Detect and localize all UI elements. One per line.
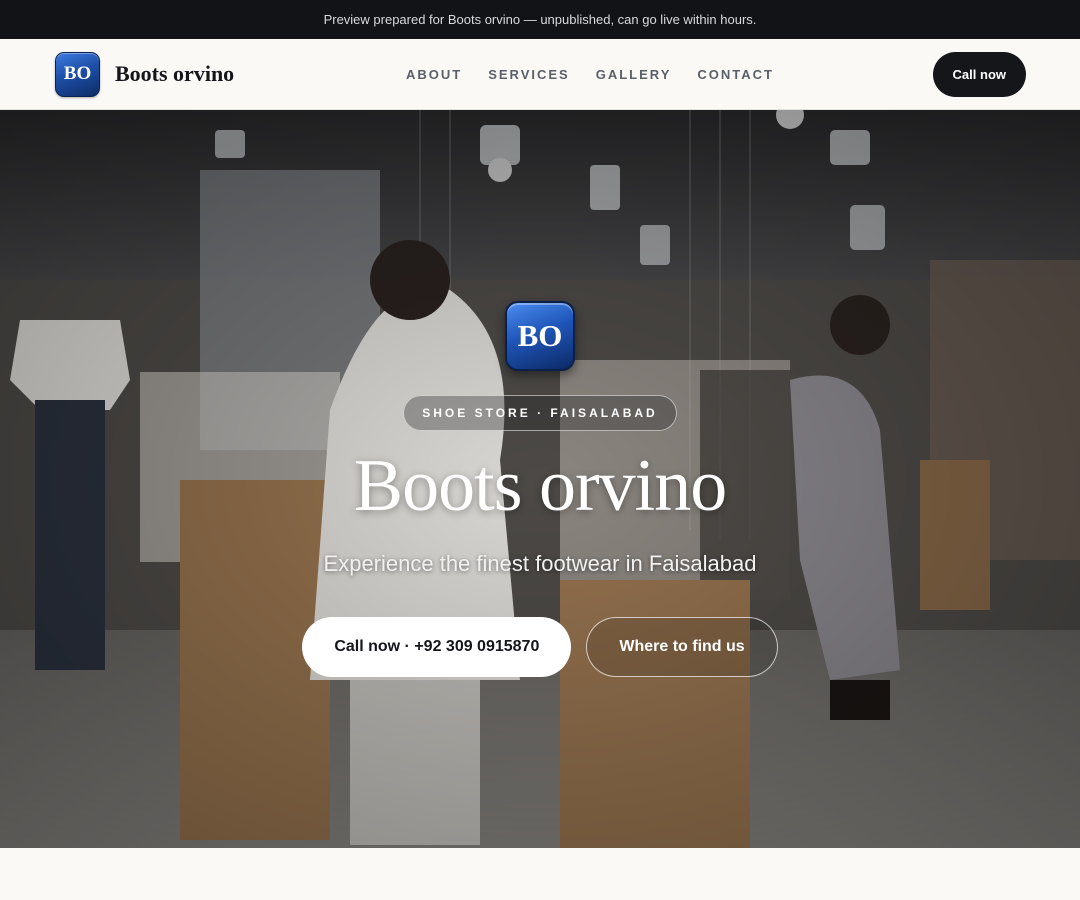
main-nav: ABOUT SERVICES GALLERY CONTACT — [406, 39, 774, 110]
brand[interactable]: BO Boots orvino — [55, 51, 234, 97]
preview-banner-text: Preview prepared for Boots orvino — unpu… — [323, 12, 757, 27]
category-badge-text: SHOE STORE · FAISALABAD — [422, 406, 658, 420]
logo-icon[interactable]: BO — [55, 51, 100, 97]
call-now-button[interactable]: Call now — [932, 51, 1026, 97]
nav-link-contact[interactable]: CONTACT — [697, 67, 774, 82]
nav-link-gallery[interactable]: GALLERY — [596, 67, 672, 82]
hero-section: BO SHOE STORE · FAISALABAD Boots orvino … — [0, 110, 1080, 848]
hero-logo-icon: BO — [505, 301, 575, 371]
logo-text: BO — [63, 63, 92, 84]
hero-logo-text: BO — [517, 318, 563, 353]
hero-title: Boots orvino — [353, 445, 727, 527]
category-badge: SHOE STORE · FAISALABAD — [403, 395, 677, 431]
hero-subtitle: Experience the finest footwear in Faisal… — [323, 551, 757, 576]
call-phone-button[interactable]: Call now · +92 309 0915870 — [302, 617, 572, 677]
preview-banner: Preview prepared for Boots orvino — unpu… — [0, 0, 1080, 39]
brand-name[interactable]: Boots orvino — [115, 61, 234, 87]
find-us-button[interactable]: Where to find us — [586, 617, 778, 677]
hero-content: BO SHOE STORE · FAISALABAD Boots orvino … — [0, 110, 1080, 677]
nav-link-about[interactable]: ABOUT — [406, 67, 462, 82]
site-header: BO Boots orvino ABOUT SERVICES GALLERY C… — [0, 39, 1080, 110]
hero-actions: Call now · +92 309 0915870 Where to find… — [302, 617, 778, 677]
nav-link-services[interactable]: SERVICES — [488, 67, 570, 82]
next-section — [0, 848, 1080, 900]
